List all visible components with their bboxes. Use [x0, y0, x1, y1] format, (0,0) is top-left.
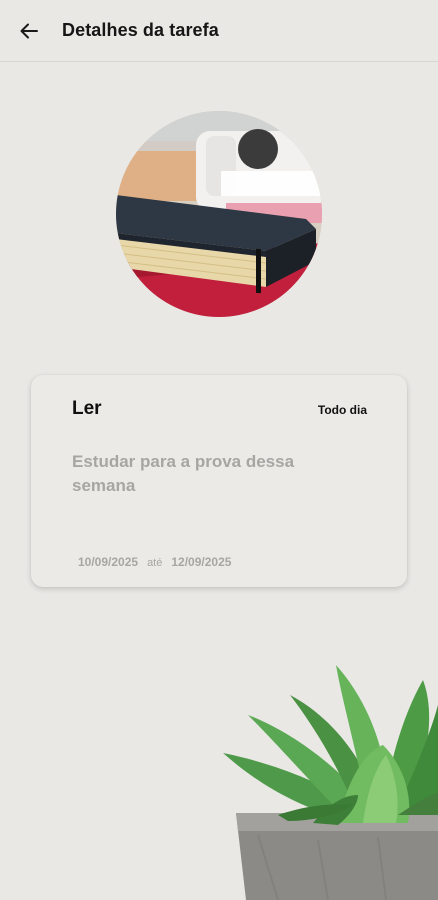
task-frequency: Todo dia — [317, 403, 367, 417]
task-description: Estudar para a prova dessa semana — [72, 452, 295, 495]
end-date: 12/09/2025 — [171, 555, 232, 569]
date-separator: até — [147, 557, 163, 569]
task-card[interactable]: Ler Todo dia Estudar para a prova dessa … — [31, 375, 407, 587]
back-button[interactable] — [10, 12, 48, 50]
page-title: Detalhes da tarefa — [62, 20, 219, 40]
task-image — [116, 111, 322, 317]
task-name: Ler — [72, 398, 102, 419]
notebook-photo — [116, 111, 322, 317]
task-details-screen: Detalhes da tarefa Ler Todo dia Estudar … — [0, 0, 438, 900]
arrow-left-icon — [20, 23, 38, 39]
app-bar: Detalhes da tarefa — [0, 0, 438, 62]
start-date: 10/09/2025 — [78, 555, 139, 569]
succulent-plant-image — [218, 655, 438, 900]
task-date-range: 10/09/2025 até 12/09/2025 — [78, 555, 231, 569]
